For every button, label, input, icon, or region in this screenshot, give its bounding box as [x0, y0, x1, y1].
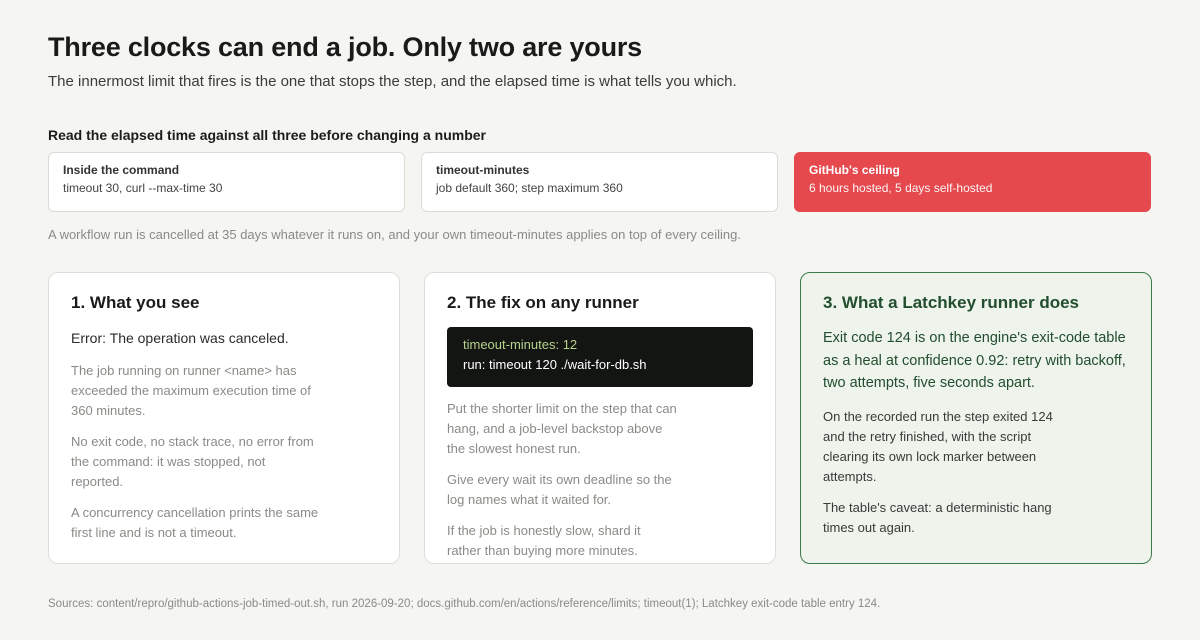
page-title: Three clocks can end a job. Only two are… [48, 32, 642, 62]
card-paragraph: If the job is honestly slow, shard it ra… [447, 523, 641, 558]
clock-desc: 6 hours hosted, 5 days self-hosted [809, 181, 993, 195]
clock-github-ceiling: GitHub's ceiling 6 hours hosted, 5 days … [794, 152, 1151, 212]
clock-desc: timeout 30, curl --max-time 30 [63, 181, 223, 195]
error-message: Error: The operation was canceled. [71, 330, 289, 346]
clock-name: GitHub's ceiling [809, 163, 900, 177]
code-line: timeout-minutes: 12 [463, 337, 578, 352]
clocks-heading: Read the elapsed time against all three … [48, 127, 486, 143]
card-title: 2. The fix on any runner [447, 293, 639, 312]
card-paragraph: The job running on runner <name> has exc… [71, 363, 311, 418]
card-paragraph: A concurrency cancellation prints the sa… [71, 505, 319, 540]
code-line: run: timeout 120 ./wait-for-db.sh [463, 357, 647, 372]
sources-footer: Sources: content/repro/github-actions-jo… [48, 598, 881, 610]
card-paragraph: The table's caveat: a deterministic hang… [823, 499, 1052, 535]
card-title: 3. What a Latchkey runner does [823, 293, 1080, 312]
page-subtitle: The innermost limit that fires is the on… [48, 73, 737, 90]
clocks-note: A workflow run is cancelled at 35 days w… [48, 227, 741, 242]
clock-inside-command: Inside the command timeout 30, curl --ma… [48, 152, 405, 212]
clock-name: timeout-minutes [436, 163, 530, 177]
card-title: 1. What you see [71, 293, 200, 312]
card-what-you-see: 1. What you see Error: The operation was… [48, 272, 400, 564]
code-block: timeout-minutes: 12 run: timeout 120 ./w… [447, 327, 753, 387]
card-paragraph: Give every wait its own deadline so the … [447, 472, 672, 507]
card-paragraph: No exit code, no stack trace, no error f… [71, 434, 314, 489]
card-lead: Exit code 124 is on the engine's exit-co… [823, 330, 1126, 391]
clock-name: Inside the command [63, 163, 180, 177]
card-latchkey: 3. What a Latchkey runner does Exit code… [800, 272, 1152, 564]
clock-desc: job default 360; step maximum 360 [436, 181, 623, 195]
card-paragraph: On the recorded run the step exited 124 … [823, 408, 1053, 484]
card-paragraph: Put the shorter limit on the step that c… [447, 401, 677, 456]
card-fix: 2. The fix on any runner timeout-minutes… [424, 272, 776, 564]
clock-timeout-minutes: timeout-minutes job default 360; step ma… [421, 152, 778, 212]
